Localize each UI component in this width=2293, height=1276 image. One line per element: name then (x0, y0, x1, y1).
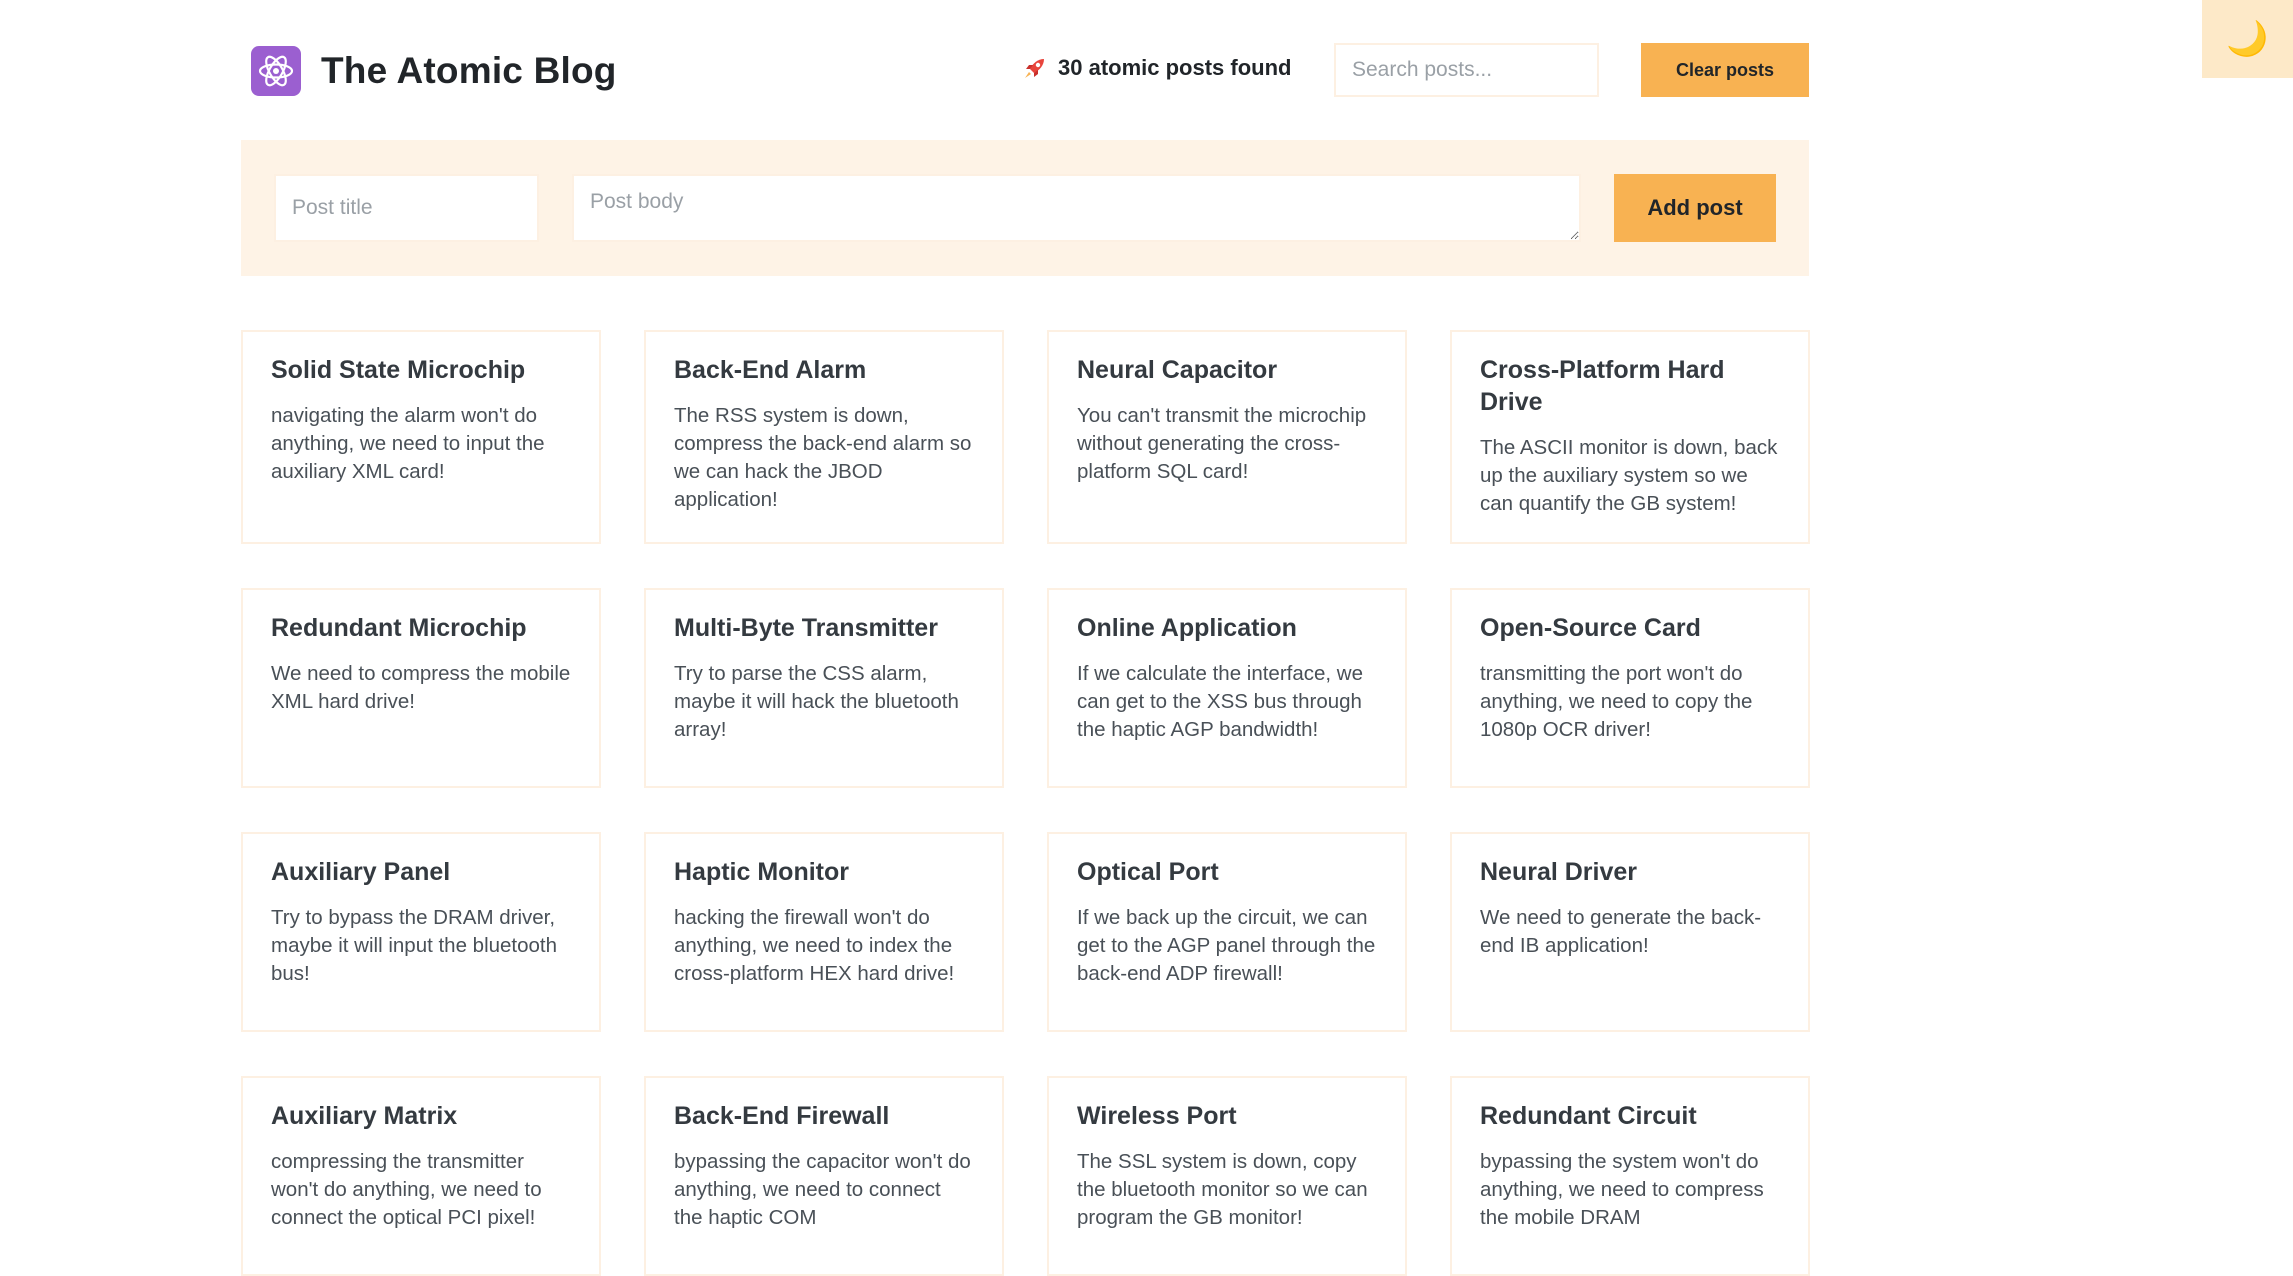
post-body: If we calculate the interface, we can ge… (1077, 662, 1364, 741)
clear-posts-button[interactable]: Clear posts (1641, 43, 1809, 97)
post-title: Auxiliary Panel (271, 858, 451, 886)
header: The Atomic Blog 30 atomic posts found Cl… (241, 0, 1809, 140)
post-title: Online Application (1077, 614, 1297, 642)
post-body: Try to parse the CSS alarm, maybe it wil… (674, 662, 959, 741)
logo: The Atomic Blog (251, 46, 617, 96)
app-container: The Atomic Blog 30 atomic posts found Cl… (241, 0, 1810, 1276)
post-title: Wireless Port (1077, 1102, 1237, 1130)
post-card: Multi-Byte Transmitter Try to parse the C… (644, 588, 1004, 788)
post-body: bypassing the capacitor won't do anythin… (674, 1150, 971, 1229)
post-card: Optical Port If we back up the circuit, w… (1047, 832, 1407, 1032)
post-card: Solid State Microchip navigating the alar… (241, 330, 601, 544)
post-body: hacking the firewall won't do anything, … (674, 906, 955, 985)
post-title: Auxiliary Matrix (271, 1102, 458, 1130)
post-body: You can't transmit the microchip without… (1077, 404, 1367, 483)
post-title: Optical Port (1077, 858, 1219, 886)
posts-count: 30 atomic posts found (1022, 55, 1291, 81)
atom-icon (251, 46, 301, 96)
post-title: Neural Capacitor (1077, 356, 1278, 384)
post-card: Neural Capacitor You can't transmit the m… (1047, 330, 1407, 544)
post-card: Redundant Microchip We need to compress t… (241, 588, 601, 788)
post-title: Cross-Platform Hard Drive (1480, 356, 1725, 416)
post-body: The SSL system is down, copy the bluetoo… (1077, 1150, 1368, 1229)
post-body: The ASCII monitor is down, back up the a… (1480, 436, 1778, 515)
post-body: compressing the transmitter won't do any… (271, 1150, 542, 1229)
new-post-form: Add post (241, 140, 1809, 276)
post-body: If we back up the circuit, we can get to… (1077, 906, 1376, 985)
moon-icon: 🌙 (2226, 20, 2269, 58)
posts-grid: Solid State Microchip navigating the alar… (241, 330, 1810, 1276)
post-title: Back-End Alarm (674, 356, 867, 384)
post-card: Redundant Circuit bypassing the system wo… (1450, 1076, 1810, 1276)
post-card: Open-Source Card transmitting the port wo… (1450, 588, 1810, 788)
post-card: Auxiliary Matrix compressing the transmit… (241, 1076, 601, 1276)
post-title: Haptic Monitor (674, 858, 849, 886)
post-body-input[interactable] (572, 174, 1581, 242)
post-title: Open-Source Card (1480, 614, 1701, 642)
post-card: Back-End Firewall bypassing the capacitor… (644, 1076, 1004, 1276)
post-title: Redundant Circuit (1480, 1102, 1697, 1130)
post-card: Back-End Alarm The RSS system is down, co… (644, 330, 1004, 544)
post-card: Auxiliary Panel Try to bypass the DRAM dr… (241, 832, 601, 1032)
post-card: Haptic Monitor hacking the firewall won't… (644, 832, 1004, 1032)
post-body: We need to generate the back-end IB appl… (1480, 906, 1762, 957)
dark-mode-toggle[interactable]: 🌙 (2202, 0, 2293, 78)
post-title: Back-End Firewall (674, 1102, 890, 1130)
post-card: Neural Driver We need to generate the bac… (1450, 832, 1810, 1032)
posts-count-text: 30 atomic posts found (1058, 55, 1292, 80)
post-body: We need to compress the mobile XML hard … (271, 662, 571, 713)
post-title: Multi-Byte Transmitter (674, 614, 938, 642)
post-card: Cross-Platform Hard Drive The ASCII monit… (1450, 330, 1810, 544)
post-card: Wireless Port The SSL system is down, cop… (1047, 1076, 1407, 1276)
post-title: Neural Driver (1480, 858, 1638, 886)
post-body: bypassing the system won't do anything, … (1480, 1150, 1764, 1229)
add-post-button[interactable]: Add post (1614, 174, 1776, 242)
post-body: Try to bypass the DRAM driver, maybe it … (271, 906, 558, 985)
post-card: Online Application If we calculate the in… (1047, 588, 1407, 788)
rocket-icon (1025, 59, 1044, 78)
post-title-input[interactable] (274, 174, 539, 242)
post-body: transmitting the port won't do anything,… (1480, 662, 1753, 741)
post-body: The RSS system is down, compress the bac… (674, 404, 972, 511)
search-input[interactable] (1334, 43, 1599, 97)
post-title: Redundant Microchip (271, 614, 527, 642)
post-title: Solid State Microchip (271, 356, 526, 384)
post-body: navigating the alarm won't do anything, … (271, 404, 545, 483)
page-title: The Atomic Blog (321, 50, 617, 91)
